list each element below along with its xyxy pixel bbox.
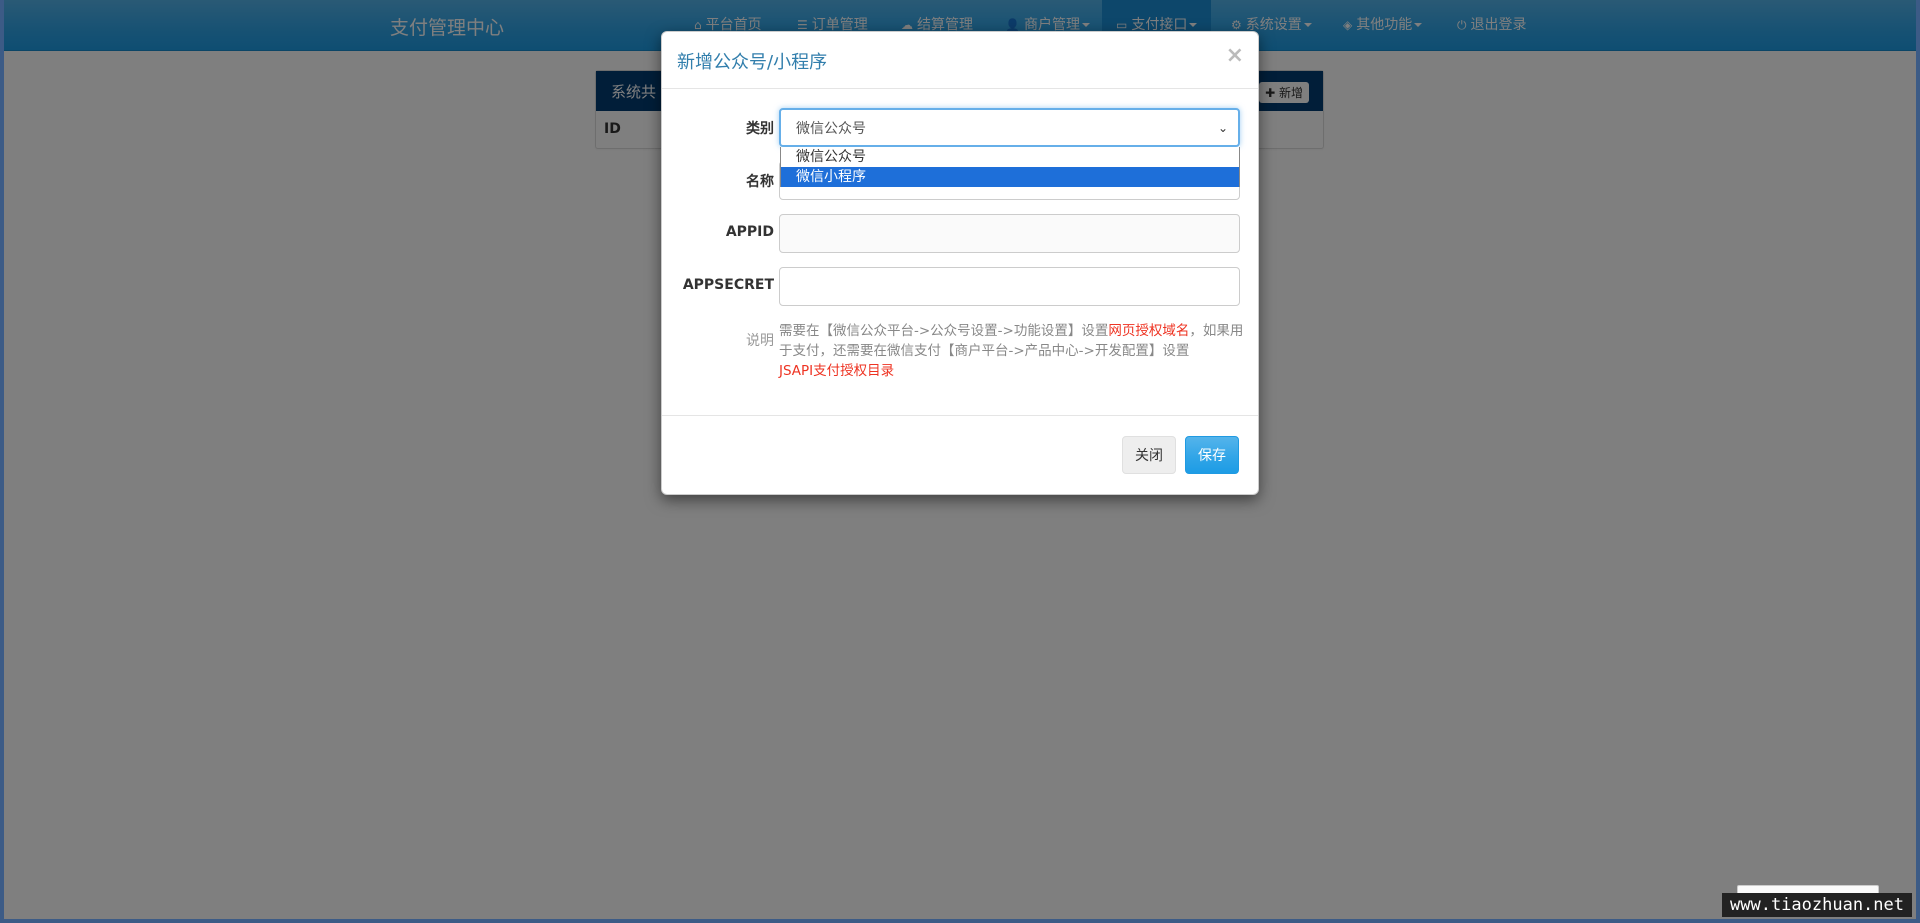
type-select[interactable]: 微信公众号 ⌄ (779, 108, 1240, 147)
appsecret-label: APPSECRET (682, 277, 774, 293)
appid-label: APPID (725, 224, 774, 240)
name-label: 名称 (746, 174, 774, 190)
modal-title: 新增公众号/小程序 (677, 52, 828, 73)
help-text: 需要在【微信公众平台->公众号设置->功能设置】设置网页授权域名，如果用于支付，… (779, 321, 1249, 381)
type-label: 类别 (746, 121, 774, 137)
dropdown-option-mini-program[interactable]: 微信小程序 (781, 167, 1239, 187)
type-select-value: 微信公众号 (796, 121, 866, 137)
appsecret-input[interactable] (779, 267, 1240, 306)
note-label: 说明 (746, 333, 774, 349)
close-icon[interactable]: × (1226, 43, 1244, 68)
close-button[interactable]: 关闭 (1122, 436, 1176, 474)
modal-footer: 关闭 保存 (662, 415, 1258, 495)
appid-input[interactable] (779, 214, 1240, 253)
modal-header: 新增公众号/小程序 × (662, 32, 1258, 89)
save-button[interactable]: 保存 (1185, 436, 1239, 474)
type-dropdown-list: 微信公众号 微信小程序 (780, 147, 1240, 187)
chevron-down-icon: ⌄ (1217, 121, 1228, 135)
help-text-jsapi-highlight: JSAPI支付授权目录 (779, 363, 895, 379)
help-text-part1: 需要在【微信公众平台->公众号设置->功能设置】设置 (779, 323, 1109, 339)
add-account-modal: 新增公众号/小程序 × 类别 微信公众号 ⌄ 微信公众号 微信小程序 名称 AP… (661, 31, 1259, 495)
help-text-domain-highlight: 网页授权域名 (1108, 323, 1190, 339)
watermark: www.tiaozhuan.net (1722, 893, 1912, 917)
dropdown-option-official-account[interactable]: 微信公众号 (781, 147, 1239, 167)
